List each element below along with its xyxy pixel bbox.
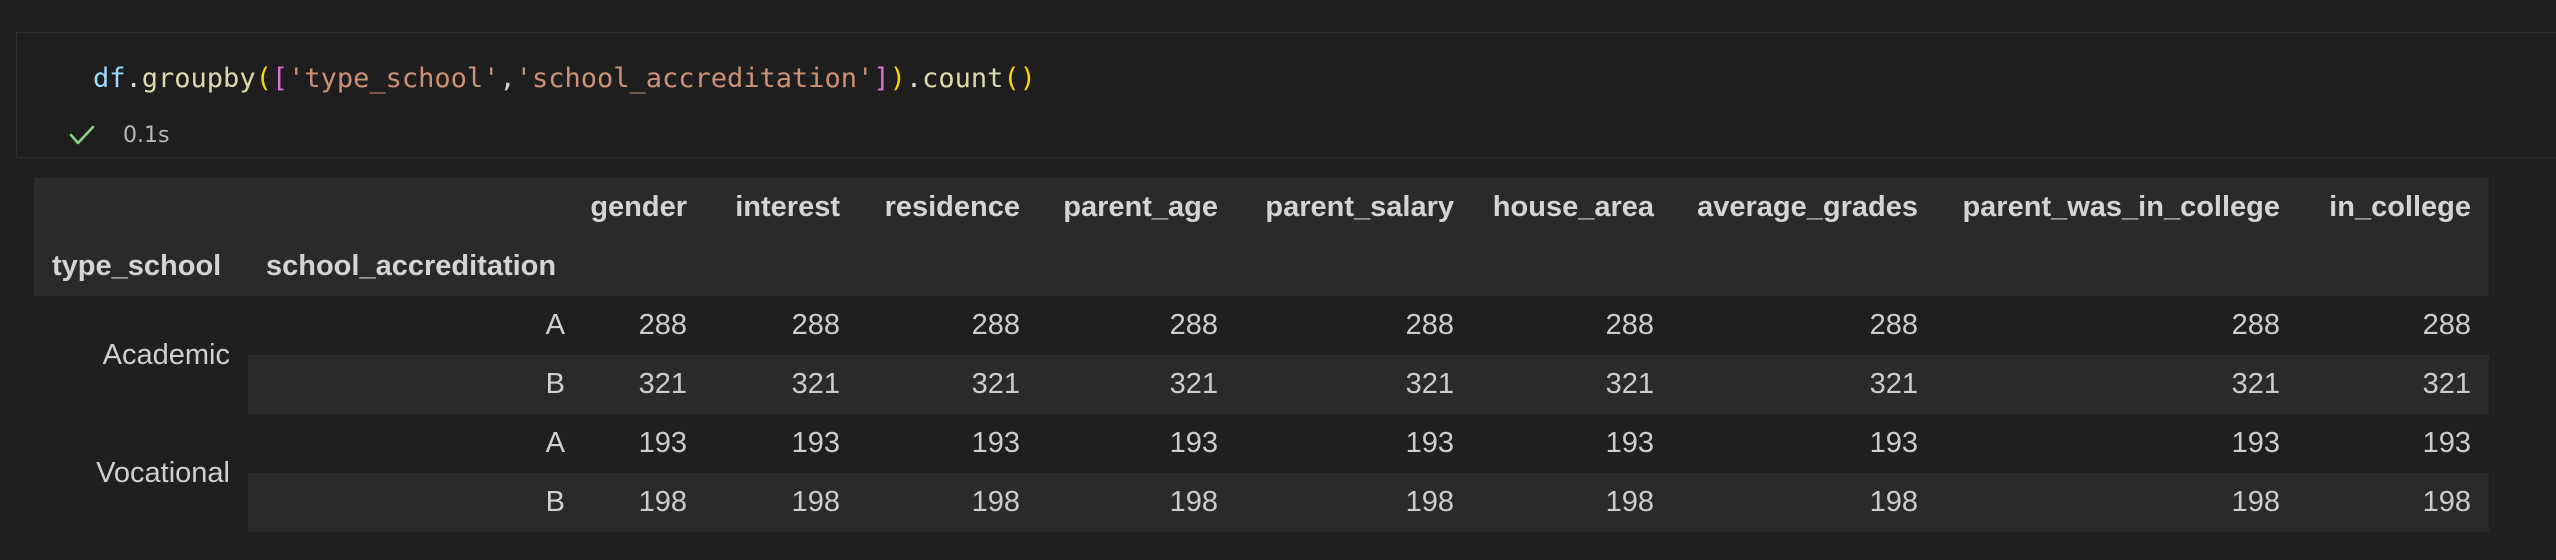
column-header: interest: [705, 178, 858, 237]
code-token-string-arg1: 'type_school': [288, 63, 500, 94]
column-header: residence: [858, 178, 1038, 237]
dataframe-table: gender interest residence parent_age par…: [34, 178, 2489, 532]
table-cell: 198: [2298, 473, 2489, 532]
execution-status: 0.1s: [67, 115, 169, 155]
corner-cell: [248, 178, 583, 237]
table-cell: 288: [705, 296, 858, 355]
table-row: Academic A 288 288 288 288 288 288 288 2…: [34, 296, 2489, 414]
table-cell: 288: [583, 296, 705, 355]
code-token-close-bracket: ]: [873, 63, 890, 94]
table-cell: 321: [1936, 355, 2298, 414]
code-token-method: groupby: [141, 63, 256, 94]
check-icon: [67, 120, 97, 150]
table-cell: 288: [1472, 296, 1672, 355]
column-header: parent_salary: [1236, 178, 1472, 237]
index-name-row: type_school school_accreditation: [34, 237, 2489, 296]
execution-time: 0.1s: [123, 122, 170, 148]
table-cell: 198: [1672, 473, 1936, 532]
table-row: B 198 198 198 198 198 198 198 198 198: [34, 473, 2489, 532]
column-header: average_grades: [1672, 178, 1936, 237]
code-cell[interactable]: df.groupby(['type_school','school_accred…: [16, 32, 2556, 158]
table-row: Vocational A 193 193 193 193 193 193 193…: [34, 414, 2489, 532]
table-cell: 321: [1672, 355, 1936, 414]
table-cell: 193: [1936, 414, 2298, 473]
index-name: school_accreditation: [248, 237, 583, 296]
column-header: parent_age: [1038, 178, 1236, 237]
table-cell: 288: [1936, 296, 2298, 355]
index-level1-label: B: [248, 355, 583, 414]
code-token-method-count: count: [922, 63, 1004, 94]
code-token-dot: .: [905, 63, 923, 94]
table-cell: 193: [858, 414, 1038, 473]
table-cell: 321: [858, 355, 1038, 414]
table-cell: 288: [1672, 296, 1936, 355]
index-level0-label: Academic: [34, 296, 248, 414]
table-cell: 198: [858, 473, 1038, 532]
column-header: parent_was_in_college: [1936, 178, 2298, 237]
table-cell: 198: [583, 473, 705, 532]
table-cell: 193: [1038, 414, 1236, 473]
table-cell: 193: [705, 414, 858, 473]
code-token-close-paren: ): [889, 63, 906, 94]
table-cell: 198: [1472, 473, 1672, 532]
table-cell: 321: [705, 355, 858, 414]
code-token-variable: df: [93, 63, 126, 94]
code-token-string-arg2: 'school_accreditation': [515, 63, 874, 94]
code-token-open-paren: (: [255, 63, 272, 94]
table-cell: 193: [1672, 414, 1936, 473]
table-cell: 321: [2298, 355, 2489, 414]
index-name: type_school: [34, 237, 248, 296]
table-cell: 321: [1236, 355, 1472, 414]
table-cell: 193: [2298, 414, 2489, 473]
table-cell: 193: [583, 414, 705, 473]
table-cell: 288: [2298, 296, 2489, 355]
table-cell: 198: [1936, 473, 2298, 532]
code-editor-line[interactable]: df.groupby(['type_school','school_accred…: [93, 59, 1036, 99]
index-level0-label: Vocational: [34, 414, 248, 532]
index-level1-label: A: [248, 414, 583, 473]
table-cell: 198: [1236, 473, 1472, 532]
table-cell: 288: [858, 296, 1038, 355]
table-cell: 288: [1236, 296, 1472, 355]
index-level1-label: A: [248, 296, 583, 355]
table-cell: 198: [1038, 473, 1236, 532]
table-row: B 321 321 321 321 321 321 321 321 321: [34, 355, 2489, 414]
column-header: in_college: [2298, 178, 2489, 237]
table-cell: 193: [1472, 414, 1672, 473]
index-level1-label: B: [248, 473, 583, 532]
code-token-dot: .: [125, 63, 142, 94]
code-token-open-bracket: [: [271, 63, 289, 94]
corner-cell: [34, 178, 248, 237]
table-cell: 198: [705, 473, 858, 532]
column-header-row: gender interest residence parent_age par…: [34, 178, 2489, 237]
table-cell: 193: [1236, 414, 1472, 473]
column-header: gender: [583, 178, 705, 237]
code-token-comma: ,: [499, 63, 516, 94]
table-cell: 321: [583, 355, 705, 414]
cell-output: gender interest residence parent_age par…: [34, 178, 2489, 532]
table-cell: 321: [1472, 355, 1672, 414]
column-header: house_area: [1472, 178, 1672, 237]
table-cell: 321: [1038, 355, 1236, 414]
table-cell: 288: [1038, 296, 1236, 355]
code-token-call-parens: (): [1003, 63, 1036, 94]
